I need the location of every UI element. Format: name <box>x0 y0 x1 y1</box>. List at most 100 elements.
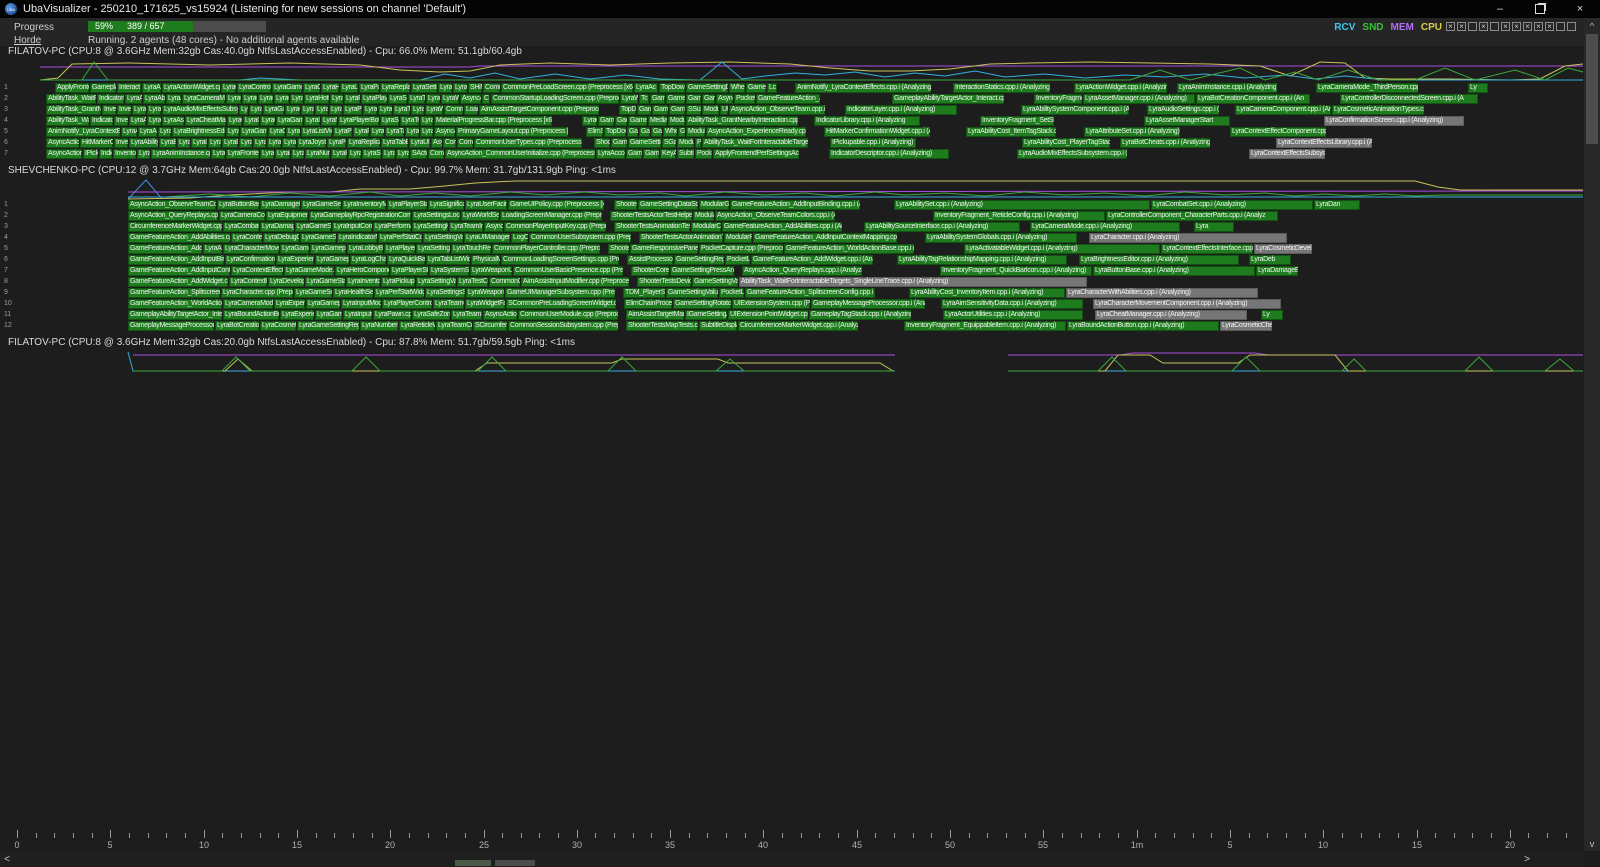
task-bar[interactable]: LyraTouchRegion <box>451 244 491 254</box>
task-bar[interactable]: ShooterTestsAnimationTestHelper.c <box>614 222 690 232</box>
task-bar[interactable]: AsyncAc <box>460 94 481 104</box>
task-bar[interactable]: LyraContextEffectsInterface.cpp.i (Ana <box>1161 244 1253 254</box>
task-bar[interactable]: GameFeatureAction_SplitscreenConfig.cpp.… <box>745 288 875 298</box>
task-bar[interactable]: AsyncAction_Ex <box>46 149 82 159</box>
task-bar[interactable]: LyraWeaponInst <box>466 288 504 298</box>
task-bar[interactable]: GameFeatureAction_WorldActionBase.cpp.i … <box>784 244 914 254</box>
task-bar[interactable]: ModularGam <box>699 200 729 210</box>
task-bar[interactable]: LyraSystemStatic <box>429 266 469 276</box>
graph-toggle-checkbox[interactable]: × <box>1545 22 1554 31</box>
task-bar[interactable]: LyraRa <box>331 149 347 159</box>
task-bar[interactable]: Game <box>643 149 659 159</box>
maximize-button[interactable] <box>1520 0 1560 18</box>
task-bar[interactable]: LyraAt <box>121 127 137 137</box>
scroll-down-icon[interactable]: v <box>1584 837 1600 850</box>
task-bar[interactable]: MaterialProgressBar.cpp (Preprocess [x64… <box>434 116 552 126</box>
task-bar[interactable]: ShooterTestsDevicePro <box>637 277 691 287</box>
task-bar[interactable]: LyraPlayer <box>361 94 387 104</box>
task-bar[interactable]: LyraT <box>438 83 452 93</box>
task-bar[interactable]: LyraCameraMode.cpp.i (Analyzing) <box>1030 222 1180 232</box>
task-bar[interactable]: LyraTeamStat <box>451 310 482 320</box>
minimize-button[interactable]: – <box>1480 0 1520 18</box>
task-bar[interactable]: AimAssistTargetManagerC <box>626 310 684 320</box>
task-bar[interactable]: LyraAbilityCost_PlayerTagStack <box>1022 138 1110 148</box>
task-bar[interactable]: CircumferenceMarkerWidget.cpp.i (Analyzi… <box>738 321 858 331</box>
task-bar[interactable]: LyraCameraCompon <box>219 211 265 221</box>
task-bar[interactable]: ElimChainProcessor <box>624 299 672 309</box>
task-bar[interactable]: IGameSettingActio <box>685 310 727 320</box>
task-bar[interactable]: LyraContextEffectsSubsyste <box>1249 149 1325 159</box>
task-bar[interactable]: ShooterTestsActorAnimationTests.cpp ( <box>639 233 723 243</box>
task-bar[interactable]: ShooterT <box>614 200 637 210</box>
task-bar[interactable]: InventoryFragment_ReticleConfig.cpp.i (A… <box>933 211 1105 221</box>
task-bar[interactable]: LyraPaw <box>359 83 379 93</box>
task-bar[interactable]: AsyncAction_C <box>483 310 517 320</box>
task-bar[interactable]: Comm <box>428 149 444 159</box>
task-bar[interactable]: LyraC <box>227 116 242 126</box>
task-bar[interactable]: LyraIn <box>304 116 320 126</box>
task-bar[interactable]: LyraTeamChe <box>433 299 464 309</box>
task-bar[interactable]: Inver <box>114 116 128 126</box>
task-bar[interactable]: LyraAbilityS <box>129 138 158 148</box>
task-bar[interactable]: LyraCameraComponent.cpp.i (Analyzi <box>1235 105 1331 115</box>
task-bar[interactable]: LyraG <box>267 138 281 148</box>
task-bar[interactable]: Ly <box>1261 310 1283 320</box>
legend-rcv[interactable]: RCV <box>1334 22 1355 33</box>
task-bar[interactable]: LyraUIM <box>409 138 430 148</box>
task-bar[interactable]: InteractionStatics.cpp.i (Analyzing) <box>953 83 1050 93</box>
task-bar[interactable]: Shoot <box>594 138 610 148</box>
horizontal-scrollbar[interactable]: < > <box>0 851 1584 867</box>
task-bar[interactable]: ApplyFronten <box>55 83 89 93</box>
task-bar[interactable]: LyraC <box>260 116 275 126</box>
task-bar[interactable]: LyraSignifican <box>428 200 464 210</box>
task-bar[interactable]: TopDow <box>604 127 626 137</box>
task-bar[interactable]: Lyra <box>208 138 221 148</box>
task-bar[interactable]: LyraSettingValue <box>423 233 463 243</box>
task-bar[interactable]: CommonUserTypes.cpp (Preprocess [x64]) <box>474 138 582 148</box>
task-bar[interactable]: LyraButtonBase.cp <box>217 200 259 210</box>
task-bar[interactable]: Gar <box>651 127 662 137</box>
task-bar[interactable]: AsyncAction_QueryReplays.cpp.i (Analyzin… <box>742 266 862 276</box>
task-bar[interactable]: GameUIPolicy.cpp (Preprocess [x64]) <box>508 200 604 210</box>
task-bar[interactable]: Lyra <box>420 127 433 137</box>
task-bar[interactable]: AimAssistInputModifier.cpp (Preprocess [… <box>521 277 629 287</box>
task-bar[interactable]: LyraEquipmentMa <box>266 211 308 221</box>
graph-toggle-checkbox[interactable] <box>1490 22 1499 31</box>
task-bar[interactable]: LyraPerformanc <box>373 222 411 232</box>
task-bar[interactable]: GameS <box>628 116 647 126</box>
task-bar[interactable]: Game <box>626 149 642 159</box>
task-bar[interactable]: LyraSettin <box>411 83 437 93</box>
task-bar[interactable]: Inver <box>102 105 116 115</box>
horizontal-scroll-thumb-b[interactable] <box>495 860 535 866</box>
task-bar[interactable]: LyraC <box>226 94 241 104</box>
task-bar[interactable]: Inver <box>117 105 131 115</box>
task-bar[interactable]: Lyra <box>411 105 424 115</box>
task-bar[interactable]: AssistProcessor.cpp <box>627 255 673 265</box>
task-bar[interactable]: PocketLev <box>719 288 744 298</box>
task-bar[interactable]: C <box>482 94 490 104</box>
task-bar[interactable]: LyraGamepl <box>315 310 342 320</box>
task-bar[interactable]: InventoryFragment_EquippableItem.cpp.i (… <box>904 321 1066 331</box>
task-bar[interactable]: LyraListView. <box>301 127 332 137</box>
task-bar[interactable]: LyraCharacter.cpp (Preprocess [ <box>221 288 293 298</box>
task-bar[interactable]: Lc <box>767 83 777 93</box>
task-bar[interactable]: ShooterTestsActorTestHelper.cpp (Pre <box>610 211 692 221</box>
task-bar[interactable]: LyraInputCor <box>343 310 372 320</box>
graph-toggle-checkbox[interactable] <box>1556 22 1565 31</box>
task-bar[interactable]: LyraContextEffectsLibrary.cpp.i (A <box>1276 138 1372 148</box>
task-bar[interactable]: G <box>678 127 685 137</box>
task-bar[interactable]: LyraU <box>405 127 419 137</box>
task-bar[interactable]: IPickupable.cpp.i (Analyzing) <box>830 138 916 148</box>
task-bar[interactable]: LyraNumbe <box>305 149 330 159</box>
task-bar[interactable]: AsyncAction_CommonUserInitialize.cpp (Pr… <box>445 149 595 159</box>
task-bar[interactable]: Lyra <box>330 94 343 104</box>
task-bar[interactable]: LyraDeb <box>1249 255 1291 265</box>
task-bar[interactable]: PocketLev <box>725 255 750 265</box>
task-bar[interactable]: HitMarkerConf <box>80 138 113 148</box>
horizontal-scroll-thumb-a[interactable] <box>455 860 491 866</box>
task-bar[interactable]: LyraPla <box>333 127 352 137</box>
task-bar[interactable]: LyraGameplayI <box>315 255 349 265</box>
task-bar[interactable]: Game <box>669 105 685 115</box>
task-bar[interactable]: LyraHeroComponent.cpp <box>335 266 389 276</box>
task-bar[interactable]: LyraCheatManage <box>185 116 226 126</box>
